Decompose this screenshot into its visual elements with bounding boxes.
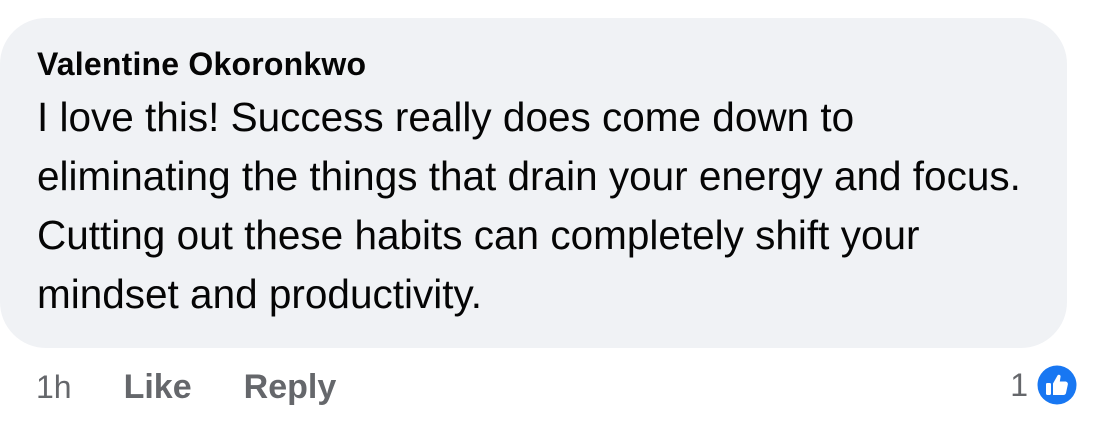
- comment-timestamp[interactable]: 1h: [36, 369, 72, 406]
- comment-actions: 1h Like Reply: [36, 364, 336, 410]
- reply-button[interactable]: Reply: [244, 368, 337, 407]
- reaction-summary[interactable]: 1: [1010, 360, 1080, 410]
- comment-author-name[interactable]: Valentine Okoronkwo: [37, 44, 1037, 84]
- like-button[interactable]: Like: [124, 368, 192, 407]
- reaction-count: 1: [1010, 366, 1028, 403]
- thumbs-up-icon: [1034, 362, 1080, 408]
- comment-bubble: Valentine Okoronkwo I love this! Success…: [0, 18, 1067, 348]
- comment-text: I love this! Success really does come do…: [37, 94, 1021, 317]
